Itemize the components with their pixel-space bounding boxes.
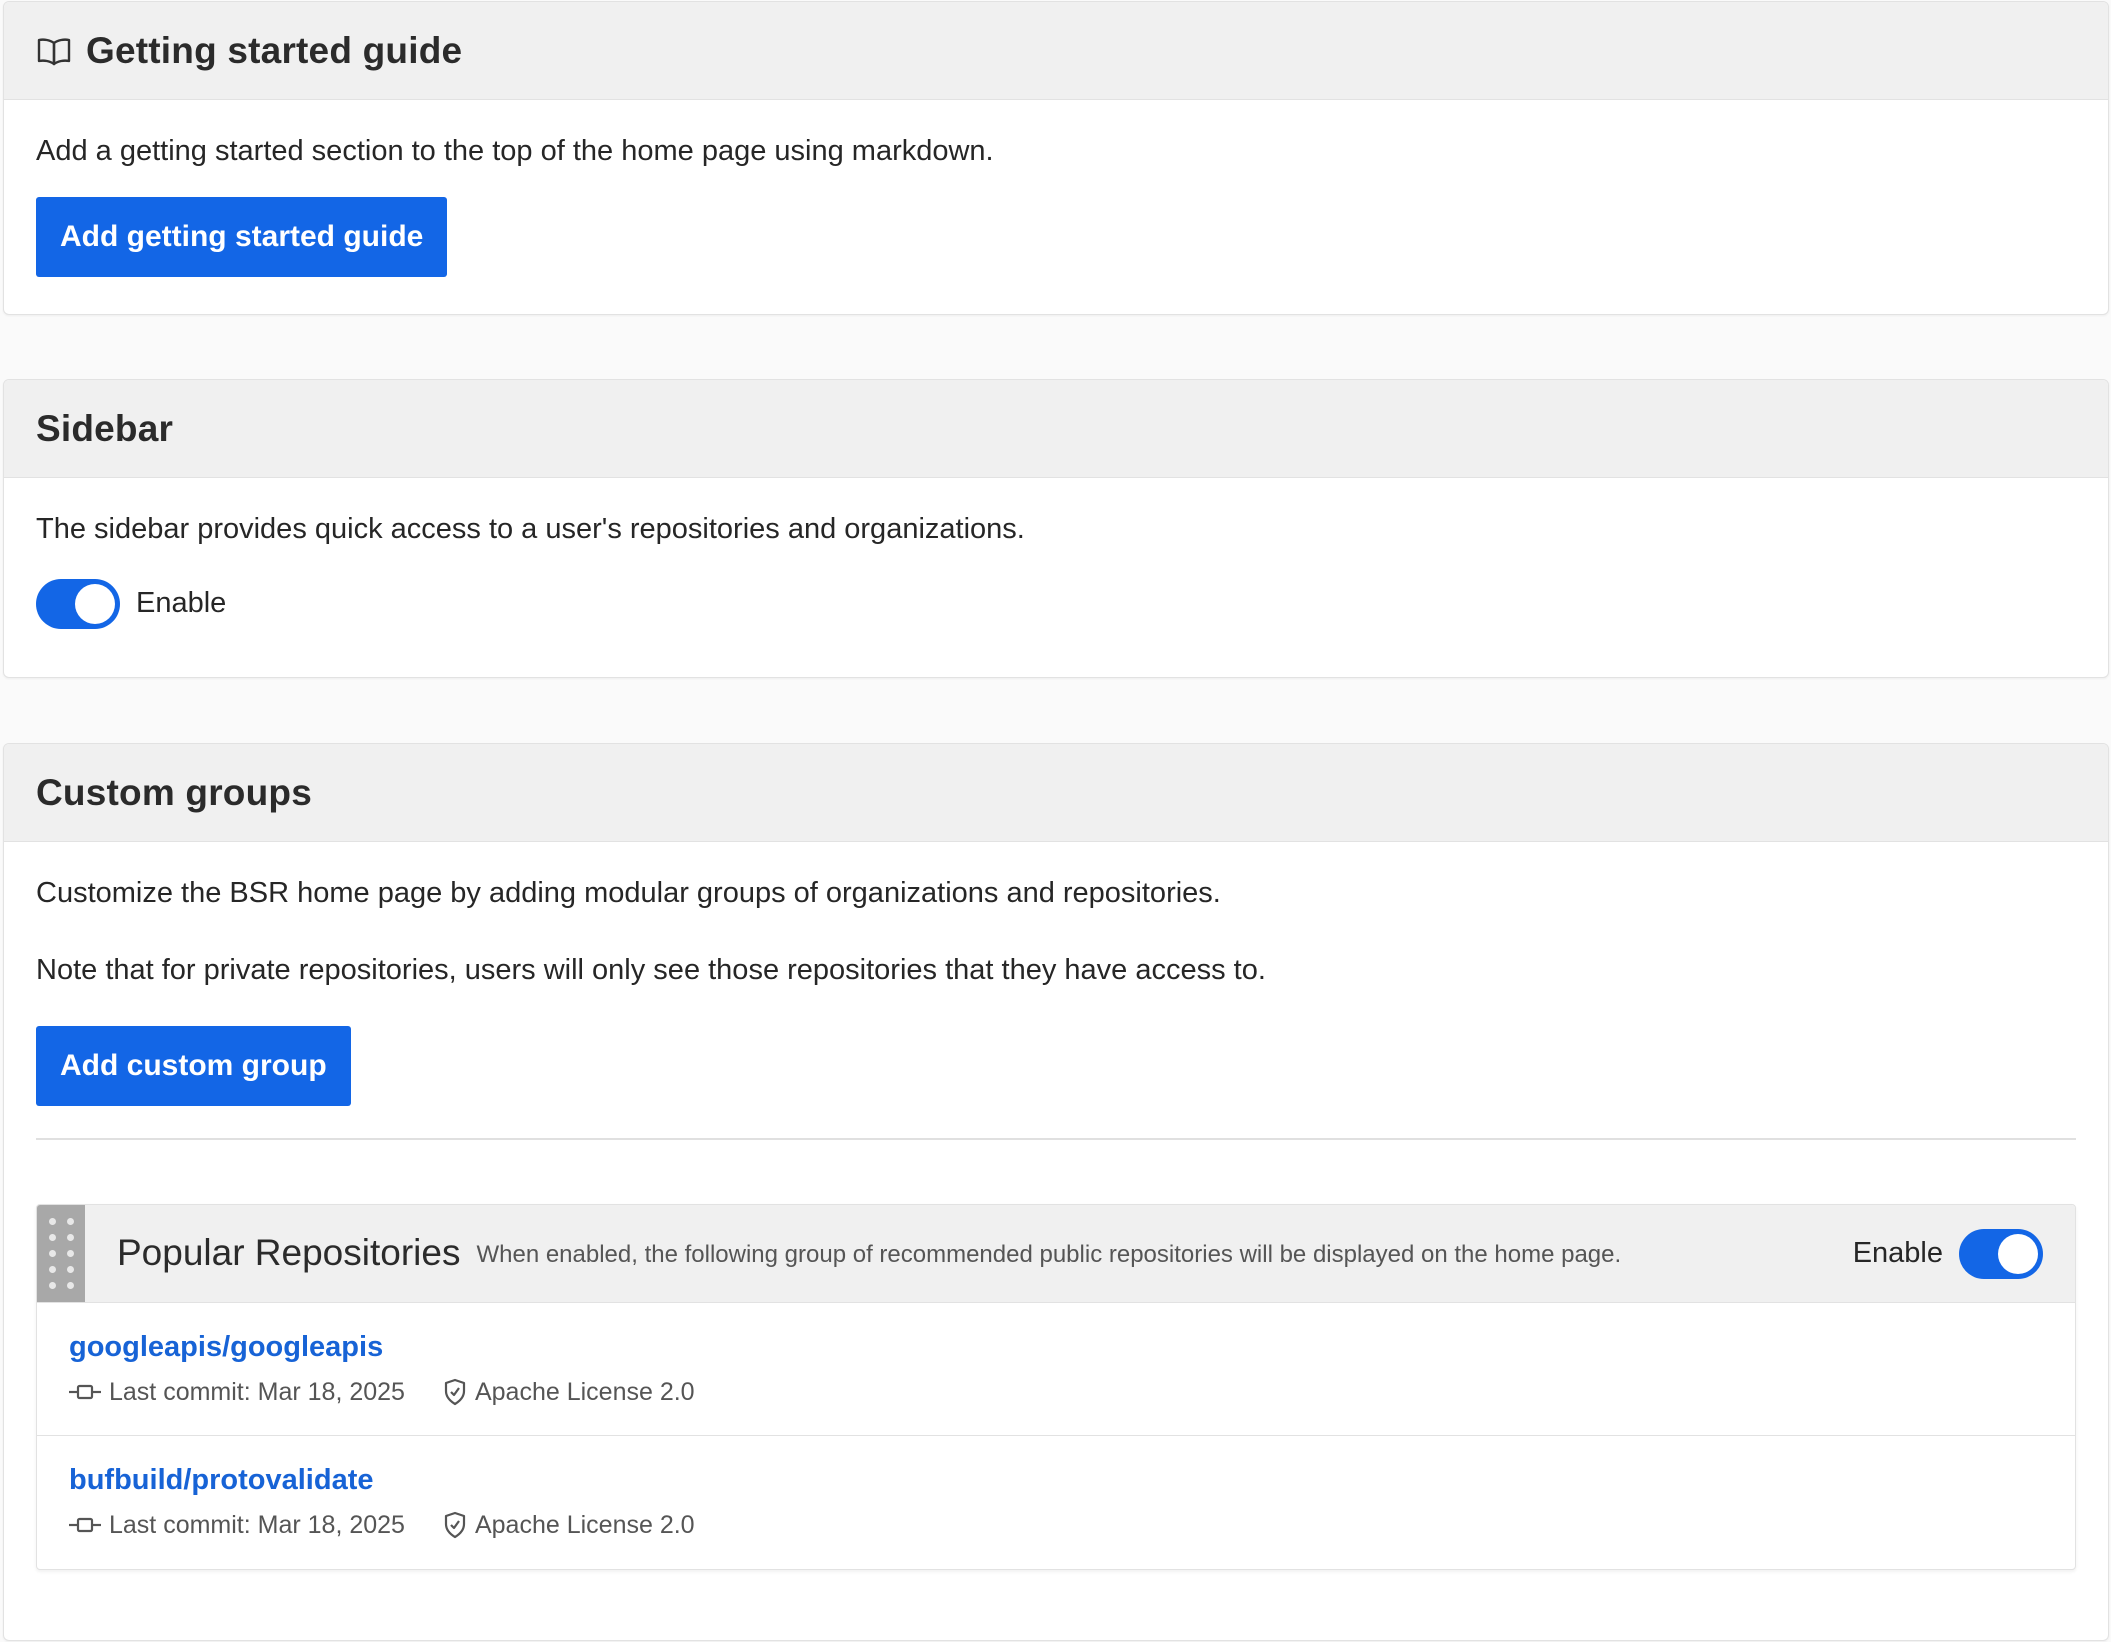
getting-started-title: Getting started guide bbox=[86, 29, 463, 71]
license: Apache License 2.0 bbox=[443, 1378, 695, 1407]
sidebar-title: Sidebar bbox=[36, 407, 174, 449]
repo-list-item: googleapis/googleapis Last commit: Mar 1… bbox=[37, 1303, 2075, 1436]
add-custom-group-button[interactable]: Add custom group bbox=[36, 1025, 351, 1106]
custom-groups-title: Custom groups bbox=[36, 771, 312, 813]
toggle-knob bbox=[75, 583, 115, 624]
getting-started-description: Add a getting started section to the top… bbox=[36, 135, 994, 167]
last-commit: Last commit: Mar 18, 2025 bbox=[69, 1511, 405, 1540]
license: Apache License 2.0 bbox=[443, 1511, 695, 1540]
getting-started-header: Getting started guide bbox=[4, 2, 2108, 100]
getting-started-card: Getting started guide Add a getting star… bbox=[3, 1, 2109, 315]
custom-groups-header: Custom groups bbox=[4, 744, 2108, 842]
shield-check-icon bbox=[443, 1511, 467, 1539]
sidebar-toggle-row: Enable bbox=[36, 578, 2076, 629]
home-page-settings: Getting started guide Add a getting star… bbox=[0, 0, 2111, 1642]
popular-repositories-title: Popular Repositories bbox=[117, 1232, 461, 1274]
sidebar-description: The sidebar provides quick access to a u… bbox=[36, 513, 1025, 545]
shield-check-icon bbox=[443, 1378, 467, 1406]
repo-list-item: bufbuild/protovalidate Last commit: Mar … bbox=[37, 1436, 2075, 1569]
popular-enable-toggle[interactable] bbox=[1959, 1228, 2043, 1279]
drag-handle-icon[interactable] bbox=[37, 1204, 85, 1303]
toggle-knob bbox=[1998, 1233, 2038, 1274]
sidebar-enable-label: Enable bbox=[136, 587, 227, 620]
commit-icon bbox=[69, 1515, 101, 1535]
commit-icon bbox=[69, 1382, 101, 1402]
sidebar-card: Sidebar The sidebar provides quick acces… bbox=[3, 379, 2109, 678]
last-commit-text: Last commit: Mar 18, 2025 bbox=[109, 1510, 405, 1539]
add-getting-started-guide-button[interactable]: Add getting started guide bbox=[36, 196, 448, 277]
license-text: Apache License 2.0 bbox=[474, 1377, 695, 1406]
popular-repositories-group: Popular Repositories When enabled, the f… bbox=[36, 1203, 2076, 1570]
sidebar-header: Sidebar bbox=[4, 380, 2108, 478]
custom-groups-note: Note that for private repositories, user… bbox=[36, 953, 1266, 986]
divider bbox=[36, 1137, 2076, 1140]
sidebar-enable-toggle[interactable] bbox=[36, 578, 120, 629]
custom-groups-card: Custom groups Customize the BSR home pag… bbox=[3, 743, 2109, 1641]
repo-link[interactable]: googleapis/googleapis bbox=[69, 1331, 383, 1364]
popular-enable-label: Enable bbox=[1852, 1237, 1943, 1270]
popular-repositories-header: Popular Repositories When enabled, the f… bbox=[37, 1204, 2075, 1303]
last-commit: Last commit: Mar 18, 2025 bbox=[69, 1378, 405, 1407]
repo-meta: Last commit: Mar 18, 2025 Apache License… bbox=[69, 1378, 2043, 1407]
book-icon bbox=[36, 36, 72, 66]
repo-link[interactable]: bufbuild/protovalidate bbox=[69, 1464, 374, 1497]
last-commit-text: Last commit: Mar 18, 2025 bbox=[109, 1377, 405, 1406]
popular-repositories-description: When enabled, the following group of rec… bbox=[476, 1241, 1622, 1269]
license-text: Apache License 2.0 bbox=[474, 1510, 695, 1539]
popular-repositories-toggle-row: Enable bbox=[1852, 1228, 2043, 1279]
custom-groups-description: Customize the BSR home page by adding mo… bbox=[36, 877, 1221, 909]
repo-meta: Last commit: Mar 18, 2025 Apache License… bbox=[69, 1511, 2043, 1540]
